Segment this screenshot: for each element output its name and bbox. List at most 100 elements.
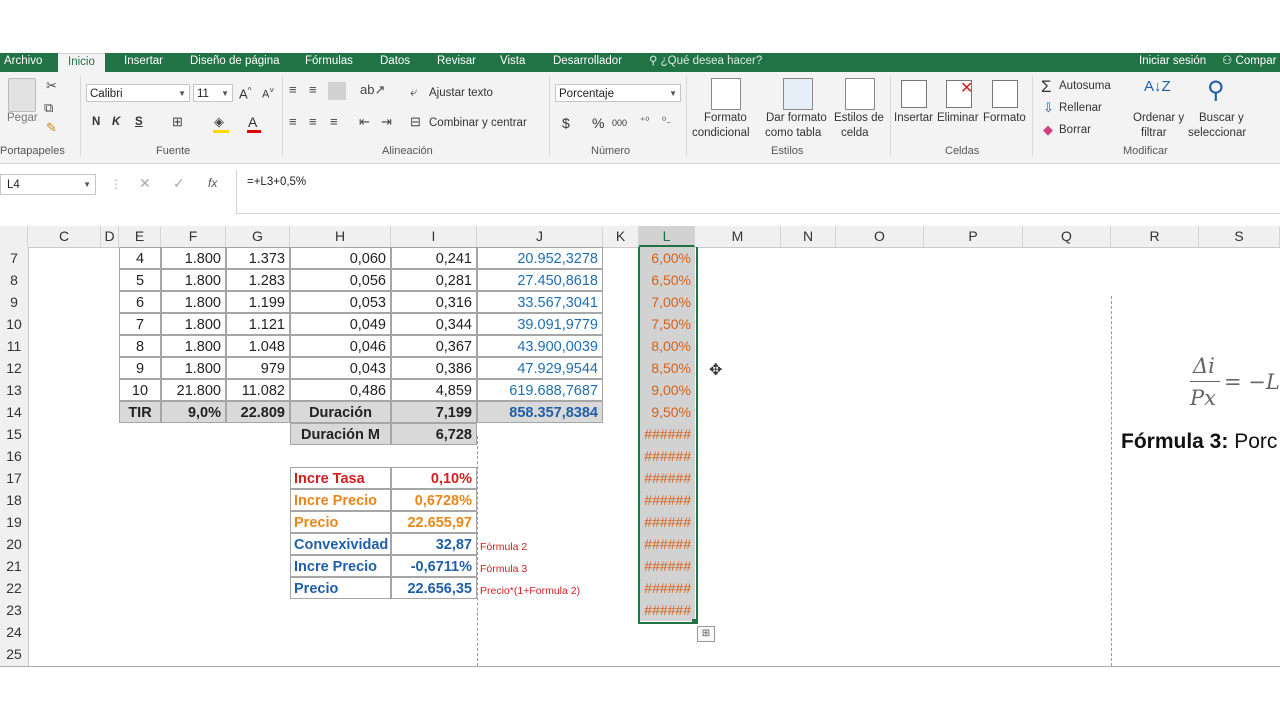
l-cell[interactable]: ###### [639,555,695,577]
tab-formulas[interactable]: Fórmulas [305,53,353,72]
row-header[interactable]: 25 [0,643,28,665]
column-header-n[interactable]: N [781,226,836,247]
share-button[interactable]: ⚇ Compar [1222,53,1276,72]
table-cell[interactable]: 1.800 [161,313,226,335]
column-header-e[interactable]: E [119,226,161,247]
table-cell[interactable]: 0,046 [290,335,391,357]
tir-value[interactable]: 9,0% [161,401,226,423]
cancel-icon[interactable]: ✕ [139,175,151,192]
align-middle-icon[interactable]: ≡ [309,82,317,97]
table-cell[interactable]: 33.567,3041 [477,291,603,313]
decrease-decimal-icon[interactable]: ⁰₋ [662,116,671,127]
column-header-g[interactable]: G [226,226,290,247]
j-total[interactable]: 858.357,8384 [477,401,603,423]
align-bottom-icon[interactable] [328,82,346,100]
table-cell[interactable]: 6 [119,291,161,313]
l-cell[interactable]: 8,00% [639,335,695,357]
row-header[interactable]: 20 [0,533,28,555]
precio-value[interactable]: 22.655,97 [391,511,477,533]
decrease-font-icon[interactable]: A˅ [262,86,274,101]
row-header[interactable]: 23 [0,599,28,621]
column-header-q[interactable]: Q [1023,226,1111,247]
row-header[interactable]: 7 [0,247,28,269]
enter-check-icon[interactable]: ✓ [173,175,185,192]
table-cell[interactable]: 0,316 [391,291,477,313]
l-cell[interactable]: 9,50% [639,401,695,423]
row-header[interactable]: 10 [0,313,28,335]
row-header[interactable]: 9 [0,291,28,313]
row-header[interactable]: 22 [0,577,28,599]
select-all-corner[interactable] [0,226,28,247]
row-header[interactable]: 19 [0,511,28,533]
incre-precio-label[interactable]: Incre Precio [290,489,391,511]
l-cell[interactable]: 6,50% [639,269,695,291]
cond-format-label-1[interactable]: Formato [704,112,747,124]
italic-button[interactable]: K [112,116,120,128]
percent-button[interactable]: % [592,115,604,131]
table-cell[interactable]: 0,344 [391,313,477,335]
cell-styles-label-2[interactable]: celda [841,127,869,139]
underline-button[interactable]: S [135,116,143,128]
wrap-text-button[interactable]: Ajustar texto [429,87,493,99]
l-cell[interactable]: ###### [639,511,695,533]
currency-button[interactable]: $ [562,115,570,131]
number-format-select[interactable]: Porcentaje ▼ [555,84,681,102]
table-cell[interactable]: 1.800 [161,335,226,357]
precio-2-value[interactable]: 22.656,35 [391,577,477,599]
table-cell[interactable]: 8 [119,335,161,357]
table-cell[interactable]: 1.121 [226,313,290,335]
table-cell[interactable]: 619.688,7687 [477,379,603,401]
align-left-icon[interactable]: ≡ [289,114,297,129]
magnifier-icon[interactable]: ⚲ [1207,76,1225,105]
table-cell[interactable]: 11.082 [226,379,290,401]
font-size-select[interactable]: 11 ▼ [193,84,233,102]
sign-in-link[interactable]: Iniciar sesión [1139,53,1206,72]
tab-insertar[interactable]: Insertar [124,53,163,72]
delete-button[interactable]: Eliminar [937,112,979,124]
tab-datos[interactable]: Datos [380,53,410,72]
table-cell[interactable]: 1.800 [161,247,226,269]
format-table-label-2[interactable]: como tabla [765,127,821,139]
row-header[interactable]: 15 [0,423,28,445]
autosum-button[interactable]: Autosuma [1059,80,1111,92]
l-cell[interactable]: 7,00% [639,291,695,313]
row-header[interactable]: 12 [0,357,28,379]
increase-font-icon[interactable]: A^ [239,86,251,101]
table-cell[interactable]: 0,367 [391,335,477,357]
font-name-select[interactable]: Calibri ▼ [86,84,190,102]
insert-cells-icon[interactable] [901,80,927,108]
cut-icon[interactable]: ✂ [46,78,57,94]
align-top-icon[interactable]: ≡ [289,82,297,97]
table-cell[interactable]: 10 [119,379,161,401]
column-header-s[interactable]: S [1199,226,1280,247]
increase-decimal-icon[interactable]: ⁺⁰ [640,116,649,127]
tab-revisar[interactable]: Revisar [437,53,476,72]
insert-function-button[interactable]: fx [208,176,217,190]
thousands-button[interactable]: 000 [612,118,627,128]
table-cell[interactable]: 0,241 [391,247,477,269]
l-cell[interactable]: ###### [639,577,695,599]
table-cell[interactable]: 43.900,0039 [477,335,603,357]
paste-icon[interactable] [8,78,36,112]
find-select-label-2[interactable]: seleccionar [1188,127,1246,139]
table-cell[interactable]: 0,486 [290,379,391,401]
cell-styles-label-1[interactable]: Estilos de [834,112,884,124]
row-header[interactable]: 24 [0,621,28,643]
l-cell[interactable]: 9,00% [639,379,695,401]
l-cell[interactable]: ###### [639,599,695,621]
tab-diseno-pagina[interactable]: Diseño de página [190,53,280,72]
l-cell[interactable]: ###### [639,445,695,467]
column-header-h[interactable]: H [290,226,391,247]
incre-tasa-value[interactable]: 0,10% [391,467,477,489]
table-cell[interactable]: 0,049 [290,313,391,335]
copy-icon[interactable]: ⧉ [44,100,53,116]
table-cell[interactable]: 0,060 [290,247,391,269]
tell-me-box[interactable]: ⚲ ¿Qué desea hacer? [649,53,762,72]
insert-button[interactable]: Insertar [894,112,933,124]
row-header[interactable]: 17 [0,467,28,489]
tab-vista[interactable]: Vista [500,53,525,72]
precio-label[interactable]: Precio [290,511,391,533]
table-cell[interactable]: 39.091,9779 [477,313,603,335]
table-cell[interactable]: 0,043 [290,357,391,379]
precio-2-label[interactable]: Precio [290,577,391,599]
